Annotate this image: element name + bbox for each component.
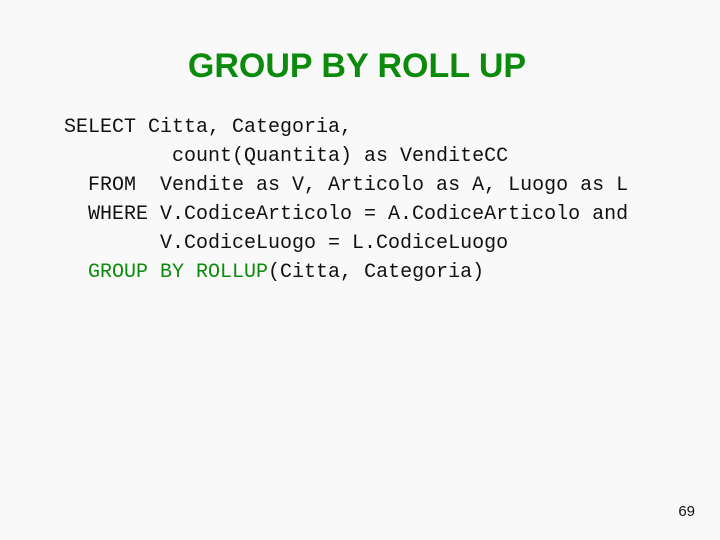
- code-line-where-cont: V.CodiceLuogo = L.CodiceLuogo: [64, 229, 628, 258]
- code-text: WHERE V.CodiceArticolo = A.CodiceArticol…: [64, 203, 629, 226]
- page-number: 69: [678, 503, 695, 520]
- code-text: count(Quantita) as VenditeCC: [64, 145, 509, 168]
- code-line-where: WHERE V.CodiceArticolo = A.CodiceArticol…: [64, 200, 628, 229]
- code-line-from: FROM Vendite as V, Articolo as A, Luogo …: [64, 171, 628, 200]
- code-text: V.CodiceLuogo = L.CodiceLuogo: [64, 232, 509, 255]
- code-text: (Citta, Categoria): [268, 261, 485, 284]
- sql-code-block: SELECT Citta, Categoria, count(Quantita)…: [64, 113, 628, 287]
- group-by-rollup-keyword: GROUP BY ROLLUP: [88, 261, 269, 284]
- code-line-count: count(Quantita) as VenditeCC: [64, 142, 628, 171]
- code-line-group-by: GROUP BY ROLLUP(Citta, Categoria): [64, 258, 628, 287]
- slide-title: GROUP BY ROLL UP: [187, 47, 527, 85]
- code-line-select: SELECT Citta, Categoria,: [64, 113, 628, 142]
- code-text: FROM Vendite as V, Articolo as A, Luogo …: [64, 174, 629, 197]
- code-text: SELECT Citta, Categoria,: [64, 116, 353, 139]
